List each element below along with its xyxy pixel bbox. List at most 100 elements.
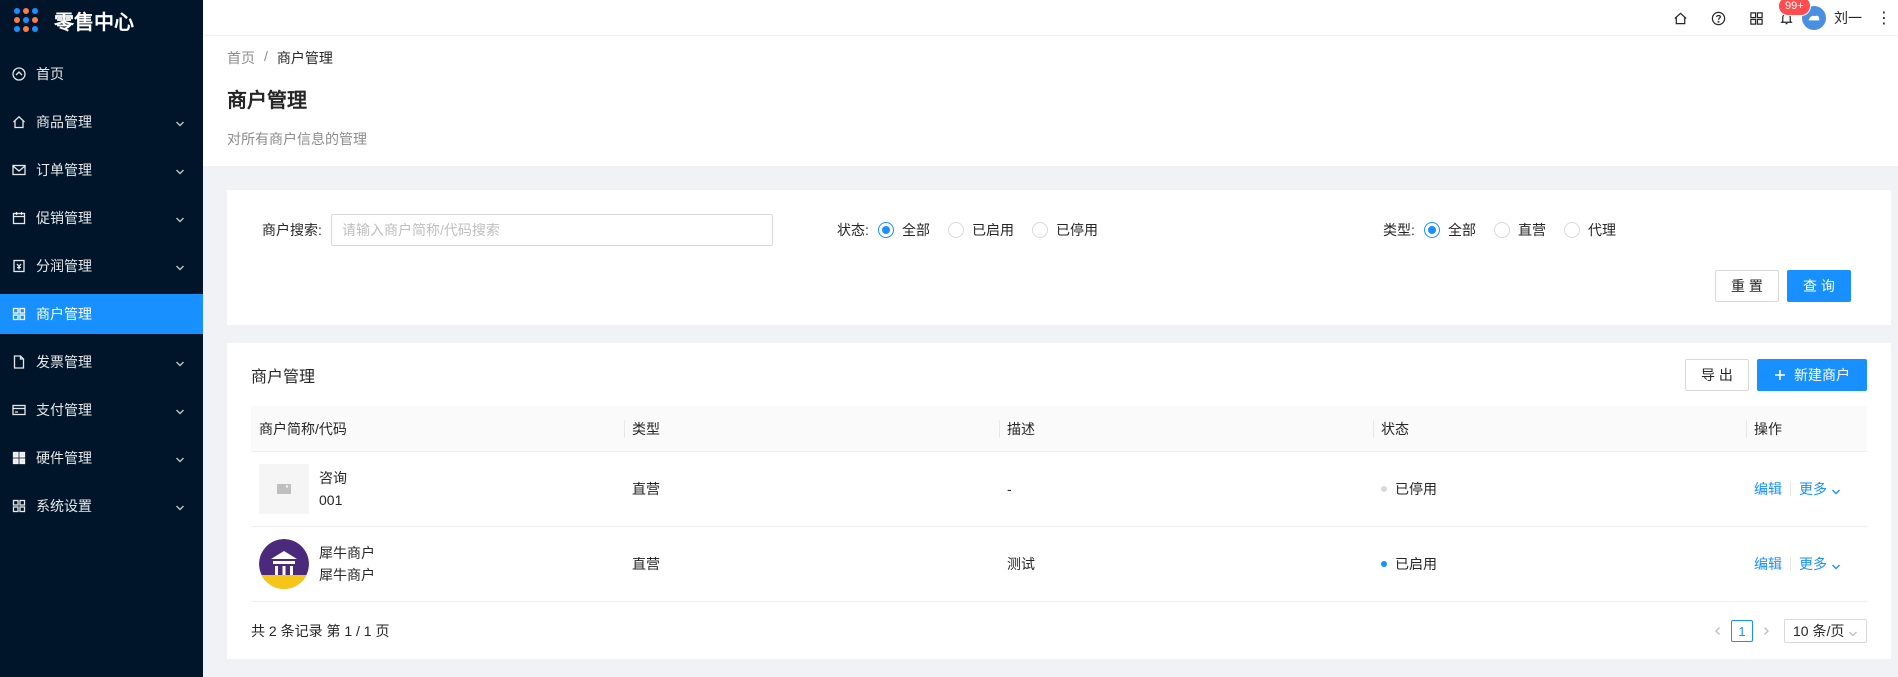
column-header-actions: 操作	[1746, 406, 1867, 452]
sidebar-item-invoices[interactable]: 发票管理	[0, 342, 203, 382]
page-size-value: 10 条/页	[1793, 623, 1845, 639]
radio-label: 已停用	[1056, 222, 1098, 238]
more-label: 更多	[1799, 556, 1827, 572]
type-radio-agent[interactable]: 代理	[1564, 220, 1616, 240]
sidebar-menu: 首页 商品管理 订单管理 促销管理 分润管理 商户管理 发票管理 支付管理 硬件…	[0, 54, 203, 526]
notification-badge: 99+	[1778, 0, 1811, 16]
image-placeholder-icon	[259, 464, 309, 514]
sidebar-item-label: 发票管理	[36, 354, 92, 370]
table-row: 犀牛商户 犀牛商户 直营 测试 已启用 编辑 更多	[251, 527, 1867, 602]
appstore-icon	[12, 307, 26, 321]
appstore-filled-icon	[12, 451, 26, 465]
merchant-code: 001	[319, 492, 343, 508]
sidebar-item-label: 系统设置	[36, 498, 92, 514]
help-icon[interactable]	[1710, 10, 1726, 26]
chevron-down-icon	[175, 212, 185, 223]
table-header: 商户简称/代码 类型 描述 状态 操作	[251, 406, 1867, 452]
pagination-controls: 1 10 条/页	[1708, 619, 1867, 643]
query-button[interactable]: 查 询	[1787, 270, 1851, 302]
actions-cell: 编辑 更多	[1746, 554, 1867, 574]
merchant-name: 犀牛商户	[319, 545, 375, 561]
radio-unchecked-icon	[948, 222, 964, 238]
merchant-table-card: 商户管理 导 出 新建商户 商户简称/代码 类型 描述 状态 操作 咨询 001…	[227, 343, 1891, 659]
user-name[interactable]: 刘一	[1834, 8, 1862, 28]
type-cell: 直营	[632, 556, 660, 572]
edit-link[interactable]: 编辑	[1754, 479, 1782, 499]
breadcrumb-home[interactable]: 首页	[227, 48, 255, 68]
status-radio-disabled[interactable]: 已停用	[1032, 220, 1098, 240]
sidebar: 零售中心 首页 商品管理 订单管理 促销管理 分润管理 商户管理 发票管理 支付…	[0, 0, 203, 677]
type-radio-all[interactable]: 全部	[1424, 220, 1476, 240]
sidebar-item-settings[interactable]: 系统设置	[0, 486, 203, 526]
sidebar-item-label: 商户管理	[36, 306, 92, 322]
merchant-name: 咨询	[319, 470, 347, 486]
merchant-table: 商户简称/代码 类型 描述 状态 操作 咨询 001 直营 - 已停用 编辑 更…	[251, 406, 1867, 602]
home-icon[interactable]	[1672, 10, 1688, 26]
type-cell: 直营	[632, 481, 660, 497]
sidebar-item-label: 分润管理	[36, 258, 92, 274]
merchant-code: 犀牛商户	[319, 567, 375, 583]
chevron-down-icon	[175, 500, 185, 511]
status-filter-label: 状态:	[837, 222, 869, 238]
radio-label: 全部	[902, 222, 930, 238]
page-title: 商户管理	[227, 90, 307, 112]
search-form: 商户搜索: 状态: 全部 已启用 已停用 类型: 全部 直营 代理 重 置 查 …	[227, 190, 1891, 325]
status-cell: 已停用	[1373, 479, 1746, 499]
page-number-current[interactable]: 1	[1731, 620, 1753, 642]
page-size-select[interactable]: 10 条/页	[1784, 619, 1867, 643]
more-vertical-icon[interactable]: ⋮	[1876, 8, 1892, 28]
status-dot-icon	[1381, 561, 1387, 567]
divider	[1790, 557, 1791, 571]
merchant-search-input[interactable]	[331, 214, 773, 246]
type-filter-label: 类型:	[1383, 222, 1415, 238]
sidebar-item-profit-sharing[interactable]: 分润管理	[0, 246, 203, 286]
status-radio-all[interactable]: 全部	[878, 220, 930, 240]
calendar-icon	[12, 211, 26, 225]
chevron-right-icon[interactable]	[1756, 619, 1776, 643]
radio-unchecked-icon	[1494, 222, 1510, 238]
chevron-left-icon[interactable]	[1708, 619, 1728, 643]
column-header-name: 商户简称/代码	[259, 420, 347, 437]
type-radio-direct[interactable]: 直营	[1494, 220, 1546, 240]
page-description: 对所有商户信息的管理	[227, 131, 367, 147]
radio-label: 直营	[1518, 222, 1546, 238]
table-title: 商户管理	[251, 369, 316, 386]
sidebar-item-promotions[interactable]: 促销管理	[0, 198, 203, 238]
column-header-type: 类型	[624, 406, 999, 452]
breadcrumb-separator: /	[264, 48, 268, 64]
logo[interactable]: 零售中心	[0, 0, 203, 40]
radio-label: 代理	[1588, 222, 1616, 238]
radio-checked-icon	[1424, 222, 1440, 238]
description-cell: -	[1007, 481, 1012, 497]
radio-unchecked-icon	[1032, 222, 1048, 238]
sidebar-item-hardware[interactable]: 硬件管理	[0, 438, 203, 478]
radio-label: 已启用	[972, 222, 1014, 238]
sidebar-item-payments[interactable]: 支付管理	[0, 390, 203, 430]
sidebar-item-products[interactable]: 商品管理	[0, 102, 203, 142]
breadcrumb: 首页 / 商户管理	[227, 48, 1898, 68]
notification-bell-icon[interactable]: 99+	[1778, 0, 1811, 26]
chevron-down-icon	[175, 356, 185, 367]
actions-cell: 编辑 更多	[1746, 479, 1867, 499]
appstore-icon[interactable]	[1748, 10, 1764, 26]
breadcrumb-current: 商户管理	[276, 50, 333, 66]
account-book-icon	[12, 259, 26, 273]
status-dot-icon	[1381, 486, 1387, 492]
radio-unchecked-icon	[1564, 222, 1580, 238]
new-merchant-button[interactable]: 新建商户	[1757, 359, 1867, 391]
chevron-down-icon	[175, 164, 185, 175]
status-radio-enabled[interactable]: 已启用	[948, 220, 1014, 240]
chevron-down-icon	[175, 452, 185, 463]
more-dropdown[interactable]: 更多	[1799, 479, 1841, 499]
more-dropdown[interactable]: 更多	[1799, 554, 1841, 574]
top-header: 99+ 刘一 ⋮	[203, 0, 1898, 36]
sidebar-item-home[interactable]: 首页	[0, 54, 203, 94]
sidebar-item-merchants[interactable]: 商户管理	[0, 294, 203, 334]
reset-button[interactable]: 重 置	[1715, 270, 1779, 302]
chevron-down-icon	[175, 260, 185, 271]
sidebar-item-orders[interactable]: 订单管理	[0, 150, 203, 190]
edit-link[interactable]: 编辑	[1754, 554, 1782, 574]
table-row: 咨询 001 直营 - 已停用 编辑 更多	[251, 452, 1867, 527]
chevron-down-icon	[1831, 559, 1841, 570]
export-button[interactable]: 导 出	[1685, 359, 1749, 391]
